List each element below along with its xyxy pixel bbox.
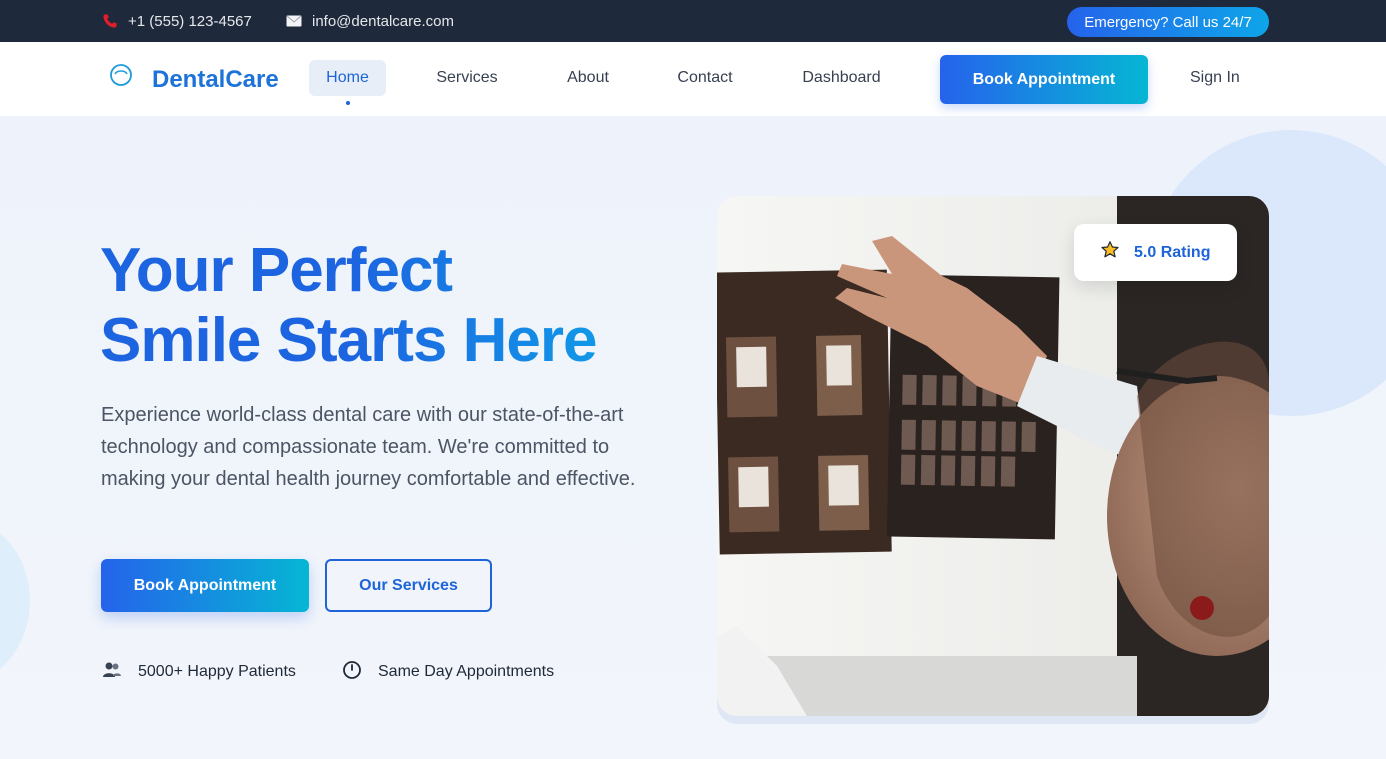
tooth-logo-icon — [108, 62, 138, 92]
emergency-badge[interactable]: Emergency? Call us 24/7 — [1067, 7, 1269, 37]
envelope-icon — [286, 13, 302, 29]
top-bar: +1 (555) 123-4567 info@dentalcare.com Em… — [0, 0, 1386, 42]
clock-icon — [342, 660, 362, 685]
headline-line-2: Smile Starts Here — [100, 306, 660, 376]
phone-number: +1 (555) 123-4567 — [128, 12, 252, 30]
star-icon — [1100, 240, 1120, 265]
phone-contact[interactable]: +1 (555) 123-4567 — [102, 0, 252, 42]
rating-label: 5.0 Rating — [1134, 243, 1211, 261]
hero-headline: Your Perfect Smile Starts Here — [100, 236, 660, 376]
main-nav: DentalCare Home Services About Contact D… — [0, 42, 1386, 116]
nav-services-label: Services — [436, 69, 498, 86]
nav-contact-label: Contact — [677, 69, 733, 86]
logo[interactable]: DentalCare — [108, 60, 279, 94]
nav-book-appointment-button[interactable]: Book Appointment — [940, 55, 1148, 104]
users-icon — [102, 661, 122, 684]
nav-home[interactable]: Home — [309, 60, 386, 105]
brand-name: DentalCare — [152, 66, 279, 93]
stat-label: 5000+ Happy Patients — [138, 663, 296, 680]
nav-about-label: About — [567, 69, 609, 86]
nav-home-label: Home — [326, 69, 369, 86]
nav-dashboard[interactable]: Dashboard — [792, 60, 891, 96]
nav-about[interactable]: About — [557, 60, 619, 96]
email-address: info@dentalcare.com — [312, 12, 454, 30]
active-indicator — [345, 101, 350, 105]
book-appointment-button[interactable]: Book Appointment — [101, 559, 309, 612]
hero-description: Experience world-class dental care with … — [101, 404, 636, 490]
stat-same-day: Same Day Appointments — [342, 658, 554, 686]
email-contact[interactable]: info@dentalcare.com — [286, 0, 454, 42]
hero-section: Your Perfect Smile Starts Here Experienc… — [0, 116, 1386, 759]
our-services-button[interactable]: Our Services — [325, 559, 492, 612]
headline-line-1: Your Perfect — [100, 236, 660, 306]
sign-in-link[interactable]: Sign In — [1190, 60, 1240, 96]
rating-badge: 5.0 Rating — [1074, 224, 1237, 281]
stat-label: Same Day Appointments — [378, 663, 555, 680]
nav-contact[interactable]: Contact — [667, 60, 743, 96]
nav-dashboard-label: Dashboard — [802, 69, 881, 86]
decorative-circle — [0, 516, 30, 686]
phone-icon — [102, 13, 118, 29]
stat-happy-patients: 5000+ Happy Patients — [102, 658, 296, 686]
nav-services[interactable]: Services — [426, 60, 508, 96]
